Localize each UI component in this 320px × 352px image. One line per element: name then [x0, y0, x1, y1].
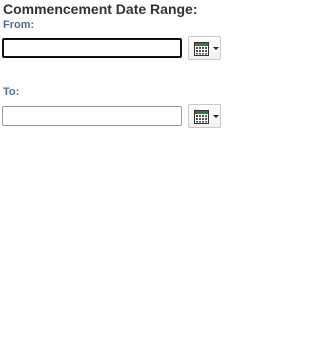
calendar-icon [194, 110, 209, 124]
chevron-down-icon [213, 47, 219, 50]
commencement-date-range-title: Commencement Date Range: [3, 1, 198, 17]
chevron-down-icon [213, 115, 219, 118]
from-calendar-button[interactable] [188, 36, 221, 60]
from-label: From: [3, 19, 35, 31]
to-date-input[interactable] [2, 106, 182, 126]
to-label: To: [3, 86, 20, 98]
from-date-input[interactable] [2, 38, 182, 58]
to-calendar-button[interactable] [188, 104, 221, 128]
calendar-icon [194, 42, 209, 56]
